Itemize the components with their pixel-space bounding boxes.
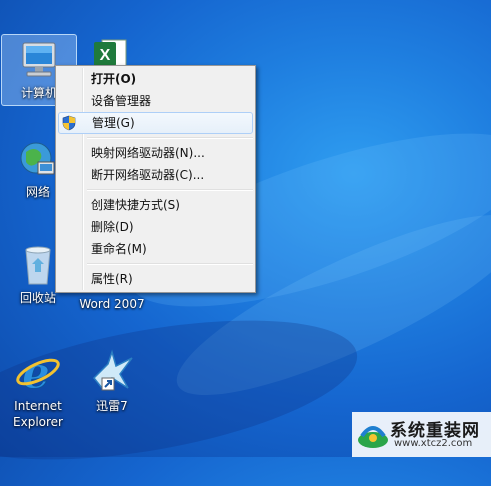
menu-separator xyxy=(87,263,253,265)
menu-item-disconnect-network-drive[interactable]: 断开网络驱动器(C)... xyxy=(58,164,253,186)
desktop-icon-xunlei[interactable]: 迅雷7 xyxy=(76,348,148,415)
internet-explorer-icon: e xyxy=(16,348,60,396)
watermark-url: www.xtcz2.com xyxy=(394,438,473,449)
desktop-icon-label: Word 2007 xyxy=(79,297,145,311)
xunlei-icon xyxy=(92,349,133,391)
desktop[interactable]: { "desktop": { "icons": [ {"label": "计算机… xyxy=(0,0,491,486)
desktop-icon-internet-explorer[interactable]: e Internet Explorer xyxy=(2,348,74,430)
menu-item-rename[interactable]: 重命名(M) xyxy=(58,238,253,260)
context-menu: 打开(O) 设备管理器 管理(G) 映射网络驱动器(N)... 断开网络驱动器(… xyxy=(55,65,256,293)
watermark: 系统重装网 www.xtcz2.com xyxy=(352,412,491,457)
menu-item-properties[interactable]: 属性(R) xyxy=(58,268,253,290)
recycle-bin-icon xyxy=(25,246,51,285)
menu-separator xyxy=(87,189,253,191)
menu-separator xyxy=(87,137,253,139)
menu-item-map-network-drive[interactable]: 映射网络驱动器(N)... xyxy=(58,142,253,164)
menu-item-delete[interactable]: 删除(D) xyxy=(58,216,253,238)
menu-item-manage[interactable]: 管理(G) xyxy=(58,112,253,134)
desktop-icon-label: Internet Explorer xyxy=(13,399,63,429)
desktop-icon-word[interactable]: Word 2007 xyxy=(76,294,148,313)
uac-shield-icon xyxy=(62,115,76,137)
watermark-logo-icon xyxy=(358,426,388,448)
svg-text:e: e xyxy=(22,348,50,396)
desktop-icon-label: 迅雷7 xyxy=(96,399,128,413)
network-icon xyxy=(20,142,55,175)
menu-item-device-manager[interactable]: 设备管理器 xyxy=(58,90,253,112)
menu-item-label: 管理(G) xyxy=(92,116,135,130)
menu-item-create-shortcut[interactable]: 创建快捷方式(S) xyxy=(58,194,253,216)
menu-item-open[interactable]: 打开(O) xyxy=(58,68,253,90)
svg-text:X: X xyxy=(100,47,111,64)
